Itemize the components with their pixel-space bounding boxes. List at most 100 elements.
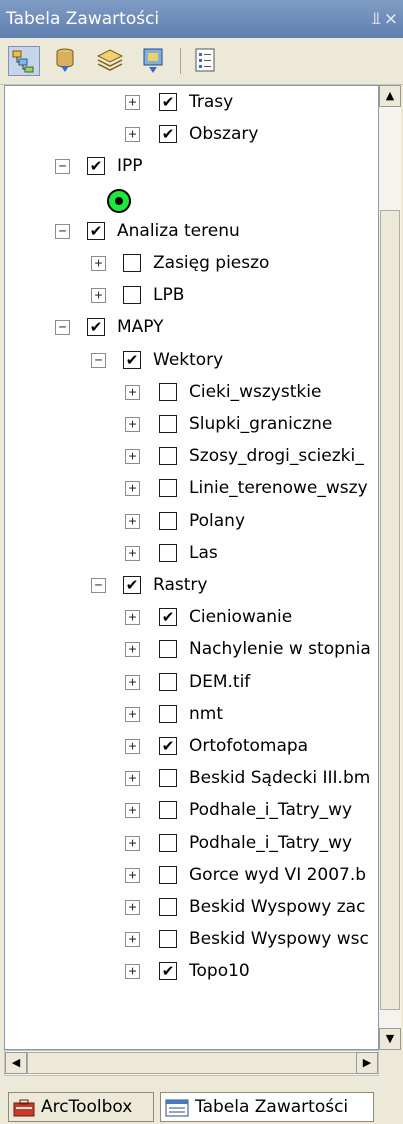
layer-row-nmt[interactable]: + nmt [5, 702, 378, 728]
expand-icon[interactable]: + [91, 288, 106, 304]
expand-icon[interactable]: + [125, 95, 140, 110]
vertical-scrollbar[interactable]: ▲ ▼ [379, 85, 401, 1050]
expand-icon[interactable]: + [125, 964, 140, 980]
layer-visibility-checkbox[interactable] [159, 382, 177, 401]
layer-row-nachylenie-w-stopnia[interactable]: + Nachylenie w stopnia [5, 637, 378, 663]
layer-row-las[interactable]: + Las [5, 541, 378, 567]
list-by-selection-icon[interactable] [138, 46, 170, 76]
layer-row-slupki-graniczne[interactable]: + Slupki_graniczne [5, 412, 378, 438]
scroll-left-button[interactable]: ◀ [5, 1052, 27, 1074]
layer-visibility-checkbox[interactable] [159, 640, 177, 659]
expand-icon[interactable]: + [125, 932, 140, 948]
layer-visibility-checkbox[interactable] [159, 543, 177, 562]
expand-icon[interactable]: + [125, 545, 140, 561]
layer-row-linie-terenowe-wszy[interactable]: + Linie_terenowe_wszy [5, 476, 378, 502]
options-icon[interactable] [190, 46, 222, 76]
expand-icon[interactable]: + [125, 642, 140, 658]
layer-visibility-checkbox[interactable] [123, 286, 141, 305]
layer-row-dem-tif[interactable]: + DEM.tif [5, 670, 378, 696]
expand-icon[interactable]: + [125, 417, 140, 432]
vertical-scroll-thumb[interactable] [380, 210, 400, 1010]
expand-icon[interactable]: + [125, 739, 140, 754]
layer-tree[interactable]: + ✔ Trasy + ✔ Obszary − ✔ IPP − ✔ Analiza terenu + Za… [4, 85, 379, 1050]
layer-visibility-checkbox[interactable]: ✔ [87, 318, 105, 337]
layer-visibility-checkbox[interactable]: ✔ [159, 125, 177, 144]
expand-icon[interactable]: + [125, 513, 140, 529]
layer-row-beskid-wyspowy-wsc[interactable]: + Beskid Wyspowy wsc [5, 927, 378, 953]
list-by-source-icon[interactable] [50, 46, 82, 76]
expand-icon[interactable]: + [125, 835, 140, 851]
legend-symbol-row[interactable] [5, 187, 378, 217]
expand-icon[interactable]: + [125, 610, 140, 626]
layer-row-polany[interactable]: + Polany [5, 509, 378, 535]
layer-visibility-checkbox[interactable] [159, 898, 177, 916]
layer-visibility-checkbox[interactable] [159, 415, 177, 433]
layer-visibility-checkbox[interactable]: ✔ [87, 157, 105, 176]
collapse-icon[interactable]: − [91, 352, 106, 368]
expand-icon[interactable]: + [125, 481, 140, 497]
layer-visibility-checkbox[interactable] [159, 833, 177, 852]
layer-visibility-checkbox[interactable] [159, 479, 177, 498]
expand-icon[interactable]: + [125, 771, 140, 787]
layer-row-obszary[interactable]: + ✔ Obszary [5, 122, 378, 148]
layer-visibility-checkbox[interactable] [159, 704, 177, 723]
expand-icon[interactable]: + [125, 803, 140, 819]
layer-row-zasi-g-pieszo[interactable]: + Zasięg pieszo [5, 251, 378, 277]
layer-row-beskid-s-decki-iii-bm[interactable]: + Beskid Sądecki III.bm [5, 766, 378, 792]
layer-row-analiza-terenu[interactable]: − ✔ Analiza terenu [5, 219, 378, 245]
pin-icon[interactable]: ⫫ [371, 0, 381, 38]
expand-icon[interactable]: + [125, 867, 140, 883]
layer-row-topo10[interactable]: + ✔ Topo10 [5, 959, 378, 985]
layer-visibility-checkbox[interactable] [159, 511, 177, 530]
scroll-down-button[interactable]: ▼ [379, 1028, 401, 1050]
layer-row-cieniowanie[interactable]: + ✔ Cieniowanie [5, 605, 378, 631]
horizontal-scroll-thumb[interactable] [27, 1052, 357, 1074]
expand-icon[interactable]: + [125, 127, 140, 143]
layer-row-rastry[interactable]: − ✔ Rastry [5, 573, 378, 599]
layer-visibility-checkbox[interactable]: ✔ [159, 737, 177, 755]
layer-row-trasy[interactable]: + ✔ Trasy [5, 90, 378, 116]
layer-visibility-checkbox[interactable]: ✔ [159, 93, 177, 111]
layer-visibility-checkbox[interactable] [159, 672, 177, 691]
layer-row-ipp[interactable]: − ✔ IPP [5, 154, 378, 180]
layer-visibility-checkbox[interactable] [159, 769, 177, 788]
expand-icon[interactable]: + [125, 449, 140, 465]
layer-row-podhale-i-tatry-wy[interactable]: + Podhale_i_Tatry_wy [5, 798, 378, 824]
layer-visibility-checkbox[interactable] [123, 254, 141, 272]
expand-icon[interactable]: + [125, 384, 140, 400]
expand-icon[interactable]: + [125, 674, 140, 690]
green-point-symbol[interactable] [107, 188, 131, 213]
collapse-icon[interactable]: − [55, 223, 70, 239]
layer-visibility-checkbox[interactable]: ✔ [87, 221, 105, 240]
collapse-icon[interactable]: − [55, 159, 70, 175]
tab-tabela-zawartosci[interactable]: Tabela Zawartości [160, 1092, 374, 1122]
horizontal-scrollbar[interactable]: ◀ ▶ [4, 1050, 379, 1076]
collapse-icon[interactable]: − [55, 320, 70, 336]
expand-icon[interactable]: + [125, 706, 140, 722]
expand-icon[interactable]: + [125, 900, 140, 915]
list-by-drawing-order-icon[interactable] [8, 46, 40, 76]
scroll-right-button[interactable]: ▶ [356, 1052, 378, 1074]
layer-visibility-checkbox[interactable]: ✔ [159, 608, 177, 627]
layer-visibility-checkbox[interactable]: ✔ [159, 962, 177, 981]
layer-row-podhale-i-tatry-wy[interactable]: + Podhale_i_Tatry_wy [5, 831, 378, 857]
layer-row-lpb[interactable]: + LPB [5, 283, 378, 309]
collapse-icon[interactable]: − [91, 578, 106, 593]
layer-row-mapy[interactable]: − ✔ MAPY [5, 315, 378, 341]
layer-row-wektory[interactable]: − ✔ Wektory [5, 348, 378, 374]
layer-row-cieki-wszystkie[interactable]: + Cieki_wszystkie [5, 380, 378, 406]
layer-visibility-checkbox[interactable]: ✔ [123, 350, 141, 369]
scroll-up-button[interactable]: ▲ [379, 85, 401, 107]
layer-visibility-checkbox[interactable]: ✔ [123, 576, 141, 594]
close-icon[interactable]: × [384, 0, 398, 38]
list-by-visibility-icon[interactable] [94, 46, 126, 76]
layer-visibility-checkbox[interactable] [159, 930, 177, 949]
layer-visibility-checkbox[interactable] [159, 865, 177, 884]
layer-row-szosy-drogi-sciezki[interactable]: + Szosy_drogi_sciezki_ [5, 444, 378, 470]
layer-visibility-checkbox[interactable] [159, 801, 177, 820]
layer-row-ortofotomapa[interactable]: + ✔ Ortofotomapa [5, 734, 378, 760]
layer-row-gorce-wyd-vi-2007-b[interactable]: + Gorce wyd VI 2007.b [5, 863, 378, 889]
layer-visibility-checkbox[interactable] [159, 447, 177, 466]
expand-icon[interactable]: + [91, 256, 106, 271]
tab-arctoolbox[interactable]: ArcToolbox [8, 1092, 154, 1122]
